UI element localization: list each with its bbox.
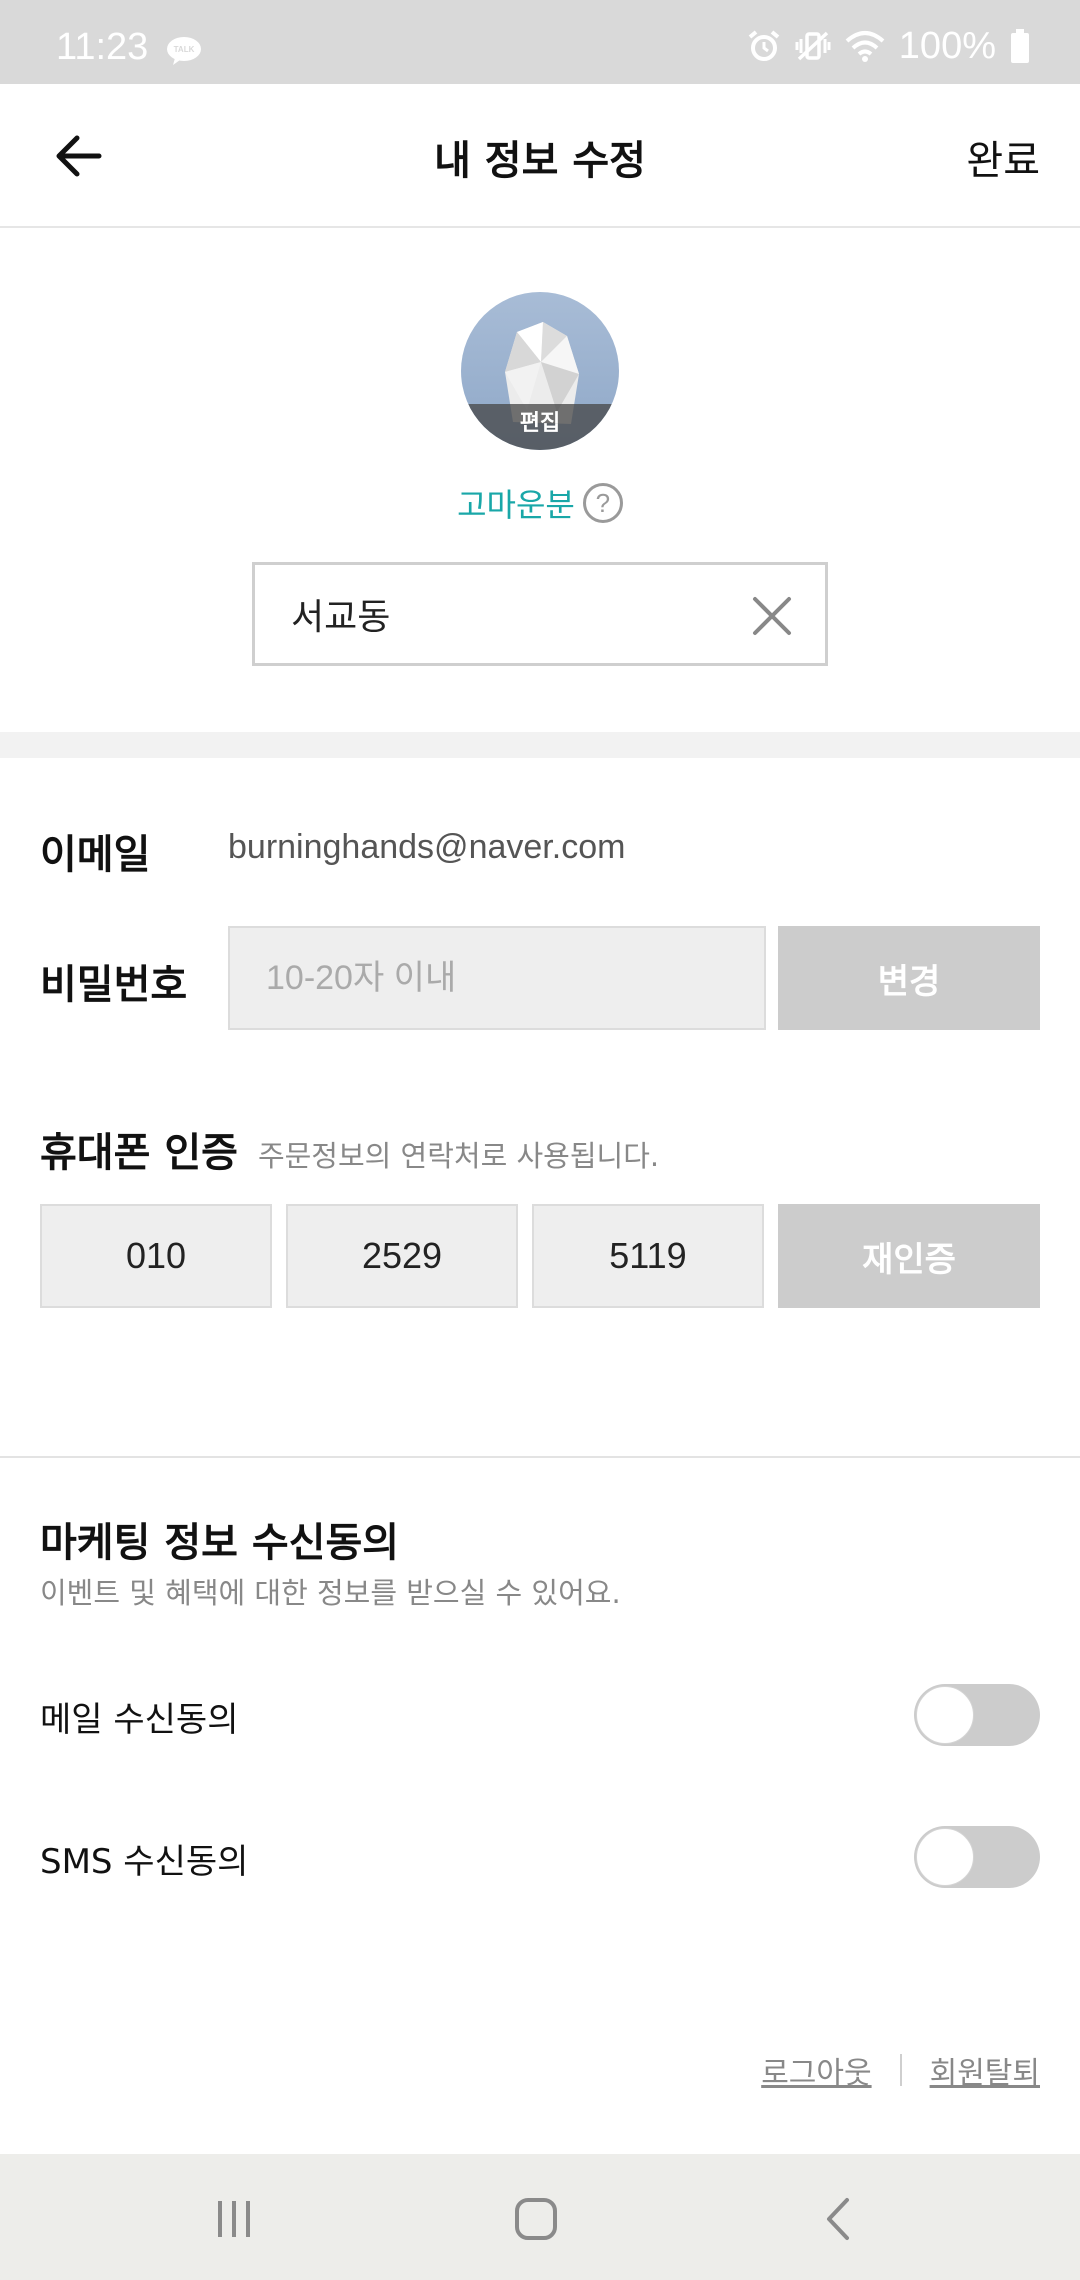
nickname-input[interactable] <box>291 565 731 663</box>
alarm-icon <box>748 30 780 61</box>
toggle-knob <box>916 1828 974 1886</box>
mail-consent-toggle[interactable] <box>914 1684 1040 1746</box>
link-separator <box>899 2054 902 2086</box>
phone-section-header: 휴대폰 인증 주문정보의 연락처로 사용됩니다. <box>40 1120 659 1178</box>
home-icon <box>515 2198 557 2240</box>
password-input[interactable] <box>228 926 766 1030</box>
sms-consent-toggle[interactable] <box>914 1826 1040 1888</box>
grade-label: 고마운분 <box>457 486 575 524</box>
reverify-button[interactable]: 재인증 <box>778 1204 1040 1308</box>
avatar-edit-label[interactable]: 편집 <box>461 404 619 450</box>
question-icon[interactable]: ? <box>582 483 623 523</box>
divider <box>0 1456 1080 1458</box>
mail-consent-label: 메일 수신동의 <box>40 1700 239 1740</box>
phone-middle-field[interactable] <box>286 1204 518 1308</box>
phone-subtitle: 주문정보의 연락처로 사용됩니다. <box>257 1139 660 1173</box>
phone-prefix-field[interactable] <box>40 1204 272 1308</box>
system-nav-bar <box>0 2154 1080 2280</box>
email-value: burninghands@naver.com <box>228 828 626 866</box>
password-change-button[interactable]: 변경 <box>778 926 1040 1030</box>
phone-title: 휴대폰 인증 <box>40 1130 238 1176</box>
system-back-button[interactable] <box>808 2194 868 2244</box>
wifi-icon <box>845 31 885 62</box>
withdraw-link[interactable]: 회원탈퇴 <box>930 2048 1040 2092</box>
page-title: 내 정보 수정 <box>434 138 646 184</box>
phone-last-field[interactable] <box>532 1204 764 1308</box>
password-label: 비밀번호 <box>40 962 188 1008</box>
status-time: 11:23 <box>56 26 149 68</box>
app-header: 내 정보 수정 완료 <box>0 84 1080 228</box>
marketing-title: 마케팅 정보 수신동의 <box>40 1520 400 1566</box>
close-icon <box>753 597 791 635</box>
status-bar: 11:23 TALK 100% <box>0 0 1080 84</box>
toggle-knob <box>916 1686 974 1744</box>
email-label: 이메일 <box>40 832 151 878</box>
recent-apps-icon <box>218 2201 250 2237</box>
vibrate-icon <box>795 31 831 61</box>
battery-icon <box>1011 29 1029 63</box>
svg-text:TALK: TALK <box>174 45 195 54</box>
kakaotalk-icon: TALK <box>167 37 201 65</box>
footer-links: 로그아웃 회원탈퇴 <box>761 2048 1040 2092</box>
home-button[interactable] <box>506 2194 566 2244</box>
battery-percent: 100% <box>898 24 996 67</box>
recent-apps-button[interactable] <box>204 2194 264 2244</box>
done-button[interactable]: 완료 <box>966 128 1040 186</box>
member-grade: 고마운분 ? <box>0 480 1080 526</box>
clear-button[interactable] <box>747 591 797 641</box>
chevron-left-icon <box>827 2198 849 2240</box>
section-divider <box>0 732 1080 758</box>
logout-link[interactable]: 로그아웃 <box>761 2048 871 2092</box>
sms-consent-label: SMS 수신동의 <box>40 1842 249 1882</box>
status-icons: 100% <box>747 24 1030 67</box>
avatar[interactable]: 편집 <box>461 292 619 450</box>
marketing-subtitle: 이벤트 및 혜택에 대한 정보를 받으실 수 있어요. <box>40 1576 621 1610</box>
nickname-field[interactable] <box>252 562 828 666</box>
